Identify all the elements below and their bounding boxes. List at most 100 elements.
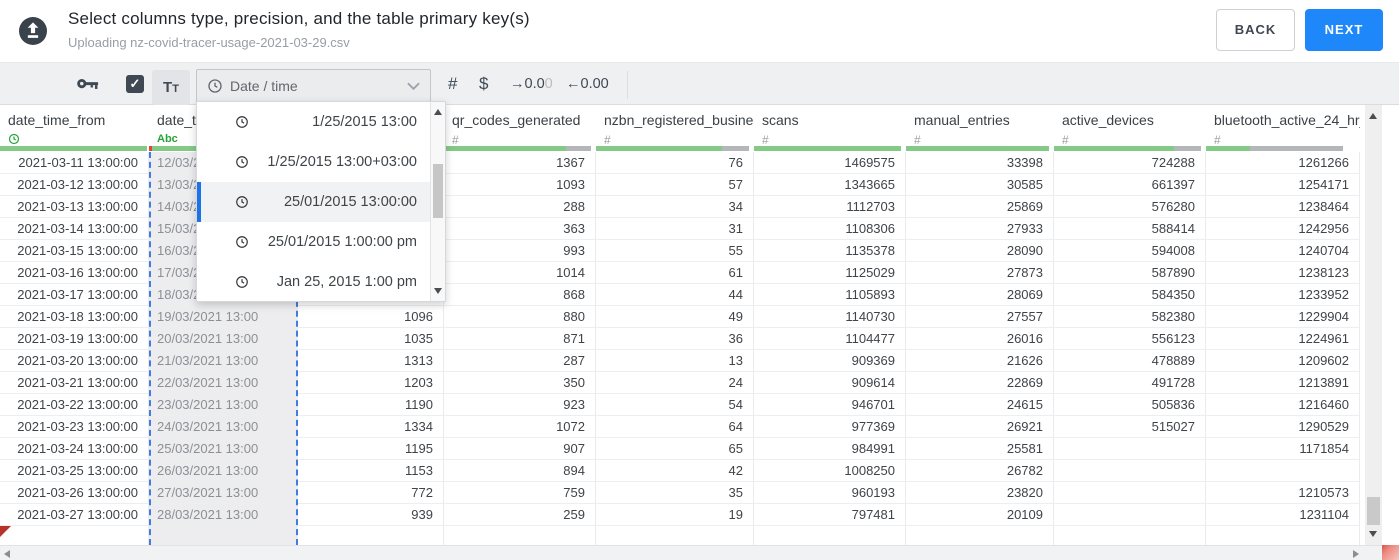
table-cell[interactable]: 556123 (1054, 328, 1206, 350)
table-cell[interactable]: 939 (298, 504, 444, 526)
table-cell[interactable]: 907 (444, 438, 596, 460)
table-cell[interactable]: 1343665 (754, 174, 906, 196)
next-button[interactable]: NEXT (1305, 9, 1383, 51)
table-cell[interactable]: 478889 (1054, 350, 1206, 372)
table-cell[interactable]: 28090 (906, 240, 1054, 262)
table-cell[interactable]: 2021-03-21 13:00:00 (0, 372, 149, 394)
table-cell[interactable]: 27933 (906, 218, 1054, 240)
table-cell[interactable]: 1224961 (1206, 328, 1360, 350)
horizontal-scrollbar[interactable] (0, 545, 1382, 560)
table-cell[interactable]: 1240704 (1206, 240, 1360, 262)
table-cell[interactable]: 588414 (1054, 218, 1206, 240)
table-cell[interactable]: 491728 (1054, 372, 1206, 394)
column-header[interactable]: bluetooth_active_24_hr_ # (1206, 105, 1360, 152)
table-cell[interactable]: 584350 (1054, 284, 1206, 306)
table-cell[interactable]: 23820 (906, 482, 1054, 504)
table-cell[interactable]: 2021-03-26 13:00:00 (0, 482, 149, 504)
table-cell[interactable]: 724288 (1054, 152, 1206, 174)
vertical-scrollbar-thumb[interactable] (1367, 497, 1380, 525)
table-cell[interactable]: 20109 (906, 504, 1054, 526)
table-cell[interactable]: 1229904 (1206, 306, 1360, 328)
table-cell[interactable]: 28/03/2021 13:00 (151, 504, 296, 526)
table-cell[interactable]: 27557 (906, 306, 1054, 328)
table-cell[interactable]: 1210573 (1206, 482, 1360, 504)
table-cell[interactable]: 54 (596, 394, 754, 416)
table-cell-partial[interactable] (0, 526, 149, 545)
table-cell[interactable]: 1112703 (754, 196, 906, 218)
table-cell[interactable]: 19/03/2021 13:00 (151, 306, 296, 328)
table-cell[interactable]: 909614 (754, 372, 906, 394)
table-cell[interactable]: 880 (444, 306, 596, 328)
increase-precision-button[interactable]: →0.00 (510, 76, 553, 92)
table-cell[interactable]: 24 (596, 372, 754, 394)
table-cell[interactable]: 1105893 (754, 284, 906, 306)
dropdown-scroll-down-icon[interactable] (434, 288, 442, 294)
table-cell-partial[interactable] (151, 526, 296, 545)
table-cell[interactable]: 26/03/2021 13:00 (151, 460, 296, 482)
table-cell[interactable]: 515027 (1054, 416, 1206, 438)
table-cell[interactable]: 25/03/2021 13:00 (151, 438, 296, 460)
table-cell[interactable]: 759 (444, 482, 596, 504)
table-cell[interactable]: 34 (596, 196, 754, 218)
date-format-option[interactable]: 25/01/2015 1:00:00 pm (197, 222, 431, 262)
table-cell[interactable]: 19 (596, 504, 754, 526)
dropdown-scrollbar[interactable] (430, 102, 445, 301)
table-cell[interactable]: 1014 (444, 262, 596, 284)
table-cell[interactable]: 1469575 (754, 152, 906, 174)
table-cell[interactable]: 2021-03-18 13:00:00 (0, 306, 149, 328)
table-cell[interactable]: 868 (444, 284, 596, 306)
column-header[interactable]: qr_codes_generated # (444, 105, 596, 152)
table-cell[interactable]: 33398 (906, 152, 1054, 174)
table-cell[interactable]: 25869 (906, 196, 1054, 218)
table-cell[interactable]: 64 (596, 416, 754, 438)
table-cell[interactable]: 1135378 (754, 240, 906, 262)
table-cell[interactable]: 2021-03-14 13:00:00 (0, 218, 149, 240)
table-cell[interactable]: 576280 (1054, 196, 1206, 218)
table-cell[interactable]: 26016 (906, 328, 1054, 350)
decrease-precision-button[interactable]: ←0.00 (566, 76, 609, 92)
column-header[interactable]: scans # (754, 105, 906, 152)
table-cell-partial[interactable] (1206, 526, 1360, 545)
table-cell[interactable]: 594008 (1054, 240, 1206, 262)
table-cell[interactable]: 1072 (444, 416, 596, 438)
table-cell[interactable] (1206, 460, 1360, 482)
table-cell[interactable]: 1140730 (754, 306, 906, 328)
table-cell[interactable]: 21626 (906, 350, 1054, 372)
table-cell[interactable]: 1096 (298, 306, 444, 328)
table-cell[interactable]: 2021-03-17 13:00:00 (0, 284, 149, 306)
table-cell-partial[interactable] (1054, 526, 1206, 545)
table-cell[interactable]: 27/03/2021 13:00 (151, 482, 296, 504)
table-cell[interactable]: 2021-03-13 13:00:00 (0, 196, 149, 218)
table-cell[interactable] (1054, 504, 1206, 526)
table-cell[interactable]: 1242956 (1206, 218, 1360, 240)
table-cell[interactable]: 909369 (754, 350, 906, 372)
table-cell-partial[interactable] (754, 526, 906, 545)
table-cell[interactable]: 57 (596, 174, 754, 196)
table-cell[interactable]: 27873 (906, 262, 1054, 284)
column-header[interactable]: manual_entries # (906, 105, 1054, 152)
scroll-left-icon[interactable] (4, 550, 10, 558)
table-cell[interactable]: 36 (596, 328, 754, 350)
table-cell[interactable]: 1238464 (1206, 196, 1360, 218)
table-cell[interactable]: 24/03/2021 13:00 (151, 416, 296, 438)
table-cell[interactable]: 287 (444, 350, 596, 372)
table-cell[interactable]: 31 (596, 218, 754, 240)
table-cell[interactable]: 65 (596, 438, 754, 460)
table-cell[interactable]: 1195 (298, 438, 444, 460)
table-cell[interactable]: 2021-03-11 13:00:00 (0, 152, 149, 174)
table-cell[interactable]: 1209602 (1206, 350, 1360, 372)
table-cell[interactable]: 993 (444, 240, 596, 262)
table-cell[interactable]: 24615 (906, 394, 1054, 416)
table-cell[interactable]: 505836 (1054, 394, 1206, 416)
dropdown-scrollbar-thumb[interactable] (433, 164, 443, 218)
column-checkbox[interactable]: ✓ (126, 75, 144, 93)
table-cell[interactable] (1054, 482, 1206, 504)
table-cell[interactable] (1054, 460, 1206, 482)
table-cell[interactable]: 44 (596, 284, 754, 306)
table-cell[interactable]: 42 (596, 460, 754, 482)
table-cell[interactable]: 2021-03-20 13:00:00 (0, 350, 149, 372)
table-cell[interactable]: 1093 (444, 174, 596, 196)
table-cell[interactable]: 1231104 (1206, 504, 1360, 526)
table-cell[interactable]: 350 (444, 372, 596, 394)
table-cell[interactable]: 22/03/2021 13:00 (151, 372, 296, 394)
